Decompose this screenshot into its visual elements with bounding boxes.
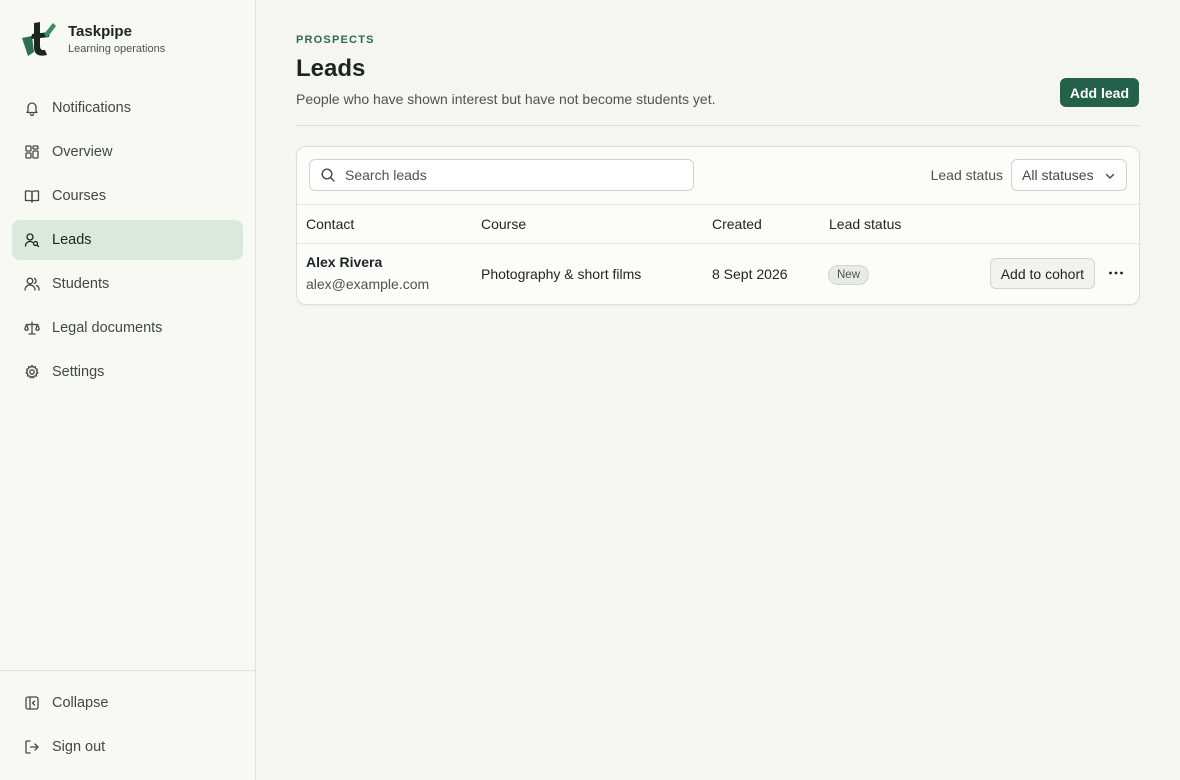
contact-cell: Alex Rivera alex@example.com [306,254,429,292]
sidebar-item-settings[interactable]: Settings [12,352,243,392]
search-box[interactable] [309,159,694,191]
column-header-contact[interactable]: Contact [306,216,354,232]
table-toolbar: Lead status All statuses [297,147,1139,204]
course-cell: Photography & short films [481,266,642,282]
page-eyebrow: PROSPECTS [296,34,375,46]
collapse-label: Collapse [52,695,109,711]
lead-status-filter-label: Lead status [930,167,1003,183]
sidebar-item-label: Legal documents [52,320,163,336]
header-divider [296,125,1140,126]
search-input[interactable] [345,167,665,183]
sidebar-item-students[interactable]: Students [12,264,243,304]
column-header-created[interactable]: Created [712,216,762,232]
more-horizontal-icon [1109,271,1123,275]
page-title: Leads [296,55,366,82]
grid-icon [25,145,39,159]
sidebar-item-label: Students [52,276,110,292]
sign-out-icon [25,740,39,754]
contact-email: alex@example.com [306,276,430,292]
leads-table-card: Lead status All statuses Contact Course … [296,146,1140,305]
status-badge: New [828,265,870,285]
collapse-button[interactable]: Collapse [12,683,243,723]
gear-icon [25,364,39,379]
brand-name: Taskpipe [68,23,132,40]
sidebar-item-label: Overview [52,144,113,160]
sidebar-item-leads[interactable]: Leads [12,220,243,260]
collapse-icon [25,696,39,710]
sign-out-label: Sign out [52,739,106,755]
column-header-lead-status[interactable]: Lead status [829,216,901,232]
lead-status-select-value: All statuses [1022,167,1094,183]
user-search-icon [24,233,40,248]
bell-icon [26,102,38,116]
table-row[interactable]: Alex Rivera alex@example.com Photography… [297,244,1139,304]
column-header-course[interactable]: Course [481,216,526,232]
sidebar-item-label: Courses [52,188,106,204]
sign-out-button[interactable]: Sign out [12,727,243,767]
brand-subtitle: Learning operations [68,43,166,55]
search-icon [321,168,335,182]
sidebar-item-label: Leads [52,232,92,248]
sidebar-item-courses[interactable]: Courses [12,176,243,216]
page-description: People who have shown interest but have … [296,91,716,107]
book-icon [24,190,40,203]
row-more-button[interactable] [1105,260,1127,286]
created-cell: 8 Sept 2026 [712,266,788,282]
table-header: Contact Course Created Lead status [297,204,1139,244]
brand[interactable]: Taskpipe Learning operations [20,20,165,58]
contact-name[interactable]: Alex Rivera [306,254,429,270]
users-icon [24,277,40,291]
taskpipe-logo [22,22,56,56]
sidebar-nav: Notifications Overview Courses Leads Stu… [12,88,243,396]
sidebar-item-legal-documents[interactable]: Legal documents [12,308,243,348]
sidebar-item-notifications[interactable]: Notifications [12,88,243,128]
lead-status-select[interactable]: All statuses [1011,159,1127,191]
sidebar-item-label: Settings [52,364,105,380]
sidebar: Taskpipe Learning operations Notificatio… [0,0,256,780]
chevron-down-icon [1105,173,1115,179]
add-lead-button[interactable]: Add lead [1059,78,1139,107]
sidebar-item-overview[interactable]: Overview [12,132,243,172]
add-to-cohort-button[interactable]: Add to cohort [989,258,1095,289]
scale-icon [24,321,40,335]
sidebar-item-label: Notifications [52,100,131,116]
sidebar-footer: Collapse Sign out [0,670,255,780]
